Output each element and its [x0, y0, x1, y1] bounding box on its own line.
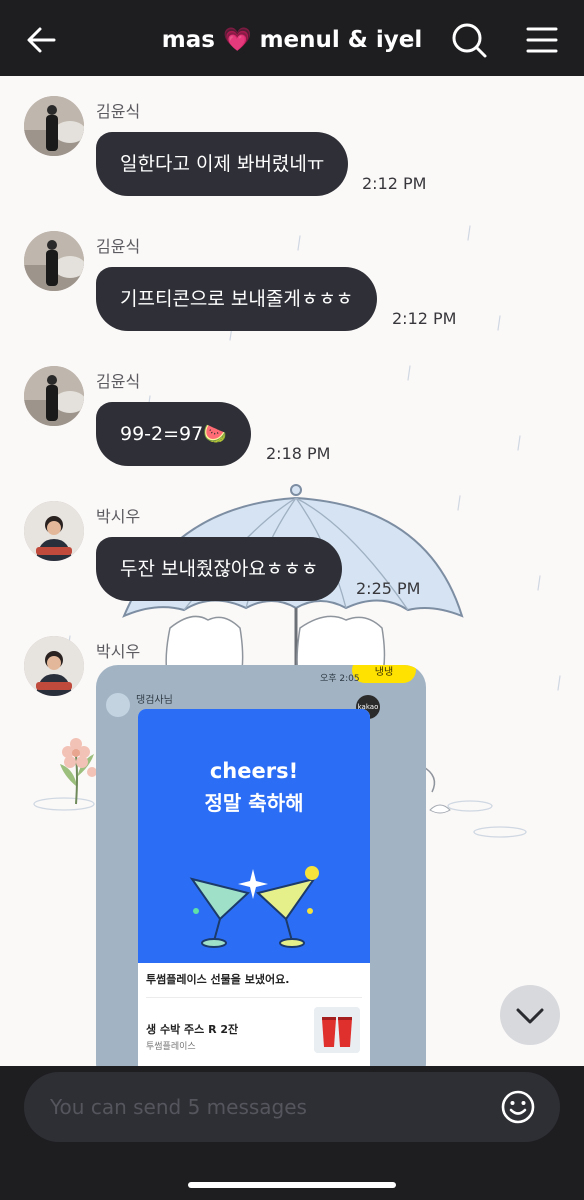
gift-cheers-text: cheers! [209, 759, 299, 783]
message-bubble[interactable]: 일한다고 이제 봐버렸네ㅠ [96, 132, 349, 196]
search-icon[interactable] [450, 21, 488, 59]
gift-sender-avatar [106, 693, 130, 717]
avatar-photo [24, 636, 84, 696]
sender-name: 박시우 [96, 642, 141, 661]
gift-item-name: 생 수박 주스 R 2잔 [146, 1023, 239, 1036]
avatar-photo [24, 231, 84, 291]
back-arrow-icon[interactable] [24, 22, 60, 58]
gift-congrats-text: 정말 축하해 [204, 791, 304, 815]
juice-cups-thumbnail [314, 1007, 360, 1053]
gift-bubble-tag: 냉냉 [352, 665, 416, 683]
message-bubble[interactable]: 99-2=97🍉 [96, 402, 251, 466]
message-bubble[interactable]: 기프티콘으로 보내줄게ㅎㅎㅎ [96, 267, 378, 331]
gift-message-image[interactable]: 냉냉 오후 2:05 댕검사님 kakao cheers! 정말 축하해 투썸플… [96, 665, 426, 1066]
gift-sent-text: 투썸플레이스 선물을 보냈어요. [146, 973, 290, 986]
message-time: 2:12 PM [362, 174, 427, 193]
message-time: 2:25 PM [356, 579, 421, 598]
chevron-down-icon [516, 1008, 544, 1024]
chat-header: mas 💗 menul & iyel [0, 0, 584, 76]
gift-divider [146, 997, 362, 998]
message-time: 2:18 PM [266, 444, 331, 463]
message-time: 2:12 PM [392, 309, 457, 328]
sender-name: 박시우 [96, 507, 141, 526]
avatar-photo [24, 501, 84, 561]
chat-title: mas 💗 menul & iyel [161, 27, 423, 53]
avatar-photo [24, 96, 84, 156]
composer-bar: You can send 5 messages [0, 1066, 584, 1200]
avatar[interactable] [24, 231, 84, 291]
message-input[interactable]: You can send 5 messages [24, 1072, 560, 1142]
avatar[interactable] [24, 96, 84, 156]
message-input-placeholder: You can send 5 messages [50, 1095, 307, 1119]
message-bubble[interactable]: 두잔 보내줬잖아요ㅎㅎㅎ [96, 537, 343, 601]
home-indicator [188, 1182, 396, 1188]
sender-name: 김윤식 [96, 102, 141, 121]
avatar[interactable] [24, 501, 84, 561]
cocktail-glasses-icon [189, 866, 319, 948]
avatar[interactable] [24, 366, 84, 426]
gift-brand: 투썸플레이스 [146, 1042, 196, 1052]
scroll-to-bottom-button[interactable] [500, 985, 560, 1045]
avatar[interactable] [24, 636, 84, 696]
avatar-photo [24, 366, 84, 426]
hamburger-menu-icon[interactable] [524, 22, 560, 58]
gift-card[interactable]: cheers! 정말 축하해 투썸플레이스 선물을 보냈어요. 생 수박 주스 … [138, 709, 370, 1066]
gift-sender-name: 댕검사님 [136, 695, 173, 706]
gift-time: 오후 2:05 [320, 674, 360, 684]
sender-name: 김윤식 [96, 372, 141, 391]
gift-card-banner: cheers! 정말 축하해 [138, 709, 370, 963]
sender-name: 김윤식 [96, 237, 141, 256]
smiley-icon[interactable] [500, 1089, 536, 1125]
chat-area[interactable]: 김윤식 일한다고 이제 봐버렸네ㅠ 2:12 PM 김윤식 기프티콘으로 보내줄… [0, 76, 584, 1066]
